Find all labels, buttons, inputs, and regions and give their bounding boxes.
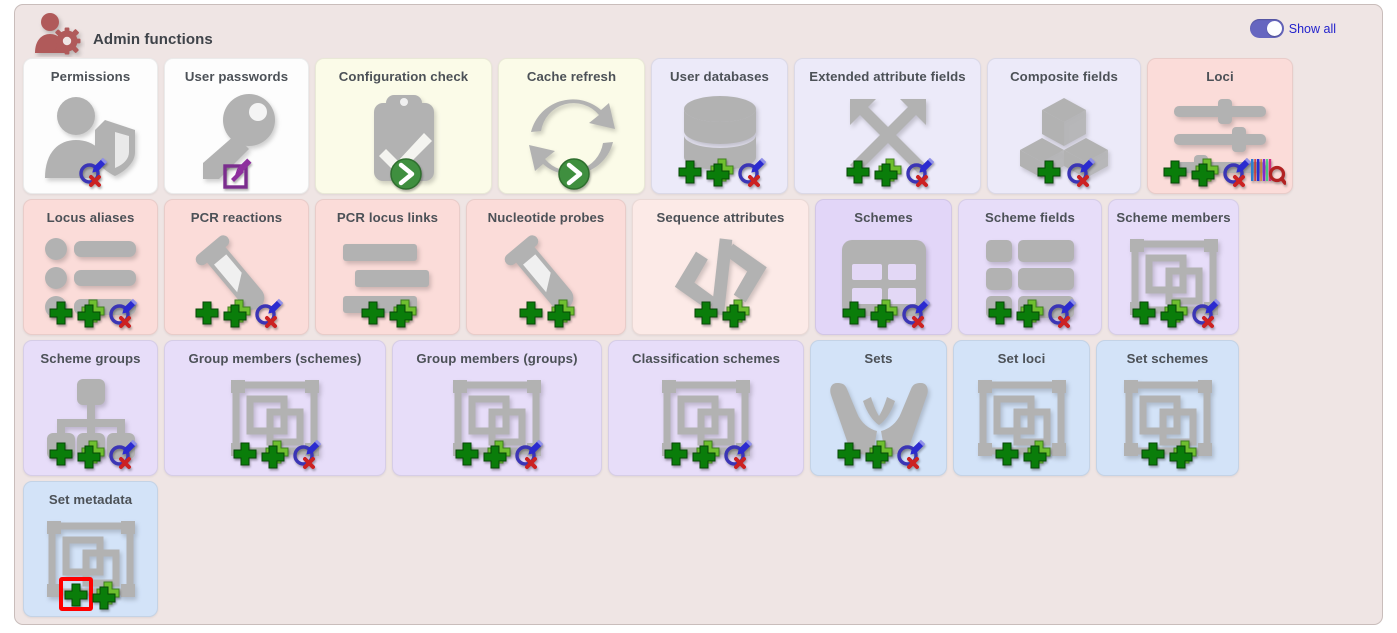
- function-card-scheme-fields[interactable]: Scheme fields: [958, 199, 1102, 335]
- card-title: Permissions: [50, 69, 131, 84]
- bars-icon: [316, 228, 459, 328]
- show-all-toggle-group[interactable]: Show all: [1249, 19, 1336, 38]
- card-row: Locus aliases PCR reactions PCR locus li…: [23, 199, 1376, 335]
- show-all-label[interactable]: Show all: [1289, 22, 1336, 36]
- function-card-scheme-groups[interactable]: Scheme groups: [23, 340, 158, 476]
- card-title: Composite fields: [1010, 69, 1118, 84]
- card-title: Sequence attributes: [656, 210, 785, 225]
- card-row: Permissions User passwords Configuration…: [23, 58, 1376, 194]
- page-title: Admin functions: [93, 31, 213, 48]
- card-title: PCR locus links: [336, 210, 439, 225]
- code-icon: [633, 228, 808, 328]
- function-card-locus-aliases[interactable]: Locus aliases: [23, 199, 158, 335]
- function-card-pcr-locus-links[interactable]: PCR locus links: [315, 199, 460, 335]
- object-group-icon: [24, 510, 157, 610]
- card-title: Scheme groups: [40, 351, 141, 366]
- show-all-toggle[interactable]: [1249, 19, 1284, 38]
- function-card-extended-attribute-fields[interactable]: Extended attribute fields: [794, 58, 981, 194]
- list-icon: [24, 228, 157, 328]
- function-card-set-loci[interactable]: Set loci: [953, 340, 1090, 476]
- object-group-icon: [393, 369, 601, 469]
- card-title: Set metadata: [48, 492, 133, 507]
- card-title: Schemes: [854, 210, 913, 225]
- database-icon: [652, 87, 787, 187]
- function-card-set-schemes[interactable]: Set schemes: [1096, 340, 1239, 476]
- function-card-permissions[interactable]: Permissions: [23, 58, 158, 194]
- test-tube-icon: [165, 228, 308, 328]
- arrows-cross-icon: [795, 87, 980, 187]
- card-title: Nucleotide probes: [487, 210, 605, 225]
- function-card-schemes[interactable]: Schemes: [815, 199, 952, 335]
- card-title: Locus aliases: [46, 210, 135, 225]
- function-card-sequence-attributes[interactable]: Sequence attributes: [632, 199, 809, 335]
- toggle-knob: [1266, 21, 1282, 36]
- refresh-icon: [499, 87, 644, 187]
- hands-icon: [811, 369, 946, 469]
- card-title: User passwords: [184, 69, 289, 84]
- sliders-icon: [1148, 87, 1292, 187]
- card-title: Set schemes: [1126, 351, 1209, 366]
- page-header: Admin functions Show all: [15, 5, 1382, 57]
- card-title: Extended attribute fields: [809, 69, 966, 84]
- user-shield-icon: [24, 87, 157, 187]
- card-title: Scheme fields: [985, 210, 1075, 225]
- function-card-group-members-schemes[interactable]: Group members (schemes): [164, 340, 386, 476]
- card-title: Sets: [864, 351, 893, 366]
- function-card-classification-schemes[interactable]: Classification schemes: [608, 340, 804, 476]
- card-title: PCR reactions: [190, 210, 283, 225]
- function-card-sets[interactable]: Sets: [810, 340, 947, 476]
- blocks-icon: [959, 228, 1101, 328]
- function-card-cache-refresh[interactable]: Cache refresh: [498, 58, 645, 194]
- card-title: Loci: [1206, 69, 1234, 84]
- test-tube-icon: [467, 228, 625, 328]
- object-group-icon: [1109, 228, 1238, 328]
- card-row: Scheme groups Group members (schemes) Gr…: [23, 340, 1376, 476]
- cubes-icon: [988, 87, 1140, 187]
- admin-panel: Admin functions Show all Permissions Use…: [14, 4, 1383, 625]
- sitemap-icon: [24, 369, 157, 469]
- function-card-set-metadata[interactable]: Set metadata: [23, 481, 158, 617]
- card-title: Group members (groups): [416, 351, 578, 366]
- card-title: Set loci: [997, 351, 1046, 366]
- function-card-loci[interactable]: Loci: [1147, 58, 1293, 194]
- function-card-group-members-groups[interactable]: Group members (groups): [392, 340, 602, 476]
- card-row: Set metadata: [23, 481, 1376, 617]
- function-card-nucleotide-probes[interactable]: Nucleotide probes: [466, 199, 626, 335]
- function-card-user-passwords[interactable]: User passwords: [164, 58, 309, 194]
- function-card-grid: Permissions User passwords Configuration…: [23, 58, 1376, 622]
- object-group-icon: [954, 369, 1089, 469]
- card-title: Configuration check: [338, 69, 469, 84]
- card-title: Scheme members: [1116, 210, 1231, 225]
- admin-user-gear-icon: [33, 11, 85, 57]
- table-icon: [816, 228, 951, 328]
- function-card-pcr-reactions[interactable]: PCR reactions: [164, 199, 309, 335]
- function-card-user-databases[interactable]: User databases: [651, 58, 788, 194]
- card-title: User databases: [670, 69, 769, 84]
- function-card-composite-fields[interactable]: Composite fields: [987, 58, 1141, 194]
- card-title: Classification schemes: [631, 351, 781, 366]
- function-card-configuration-check[interactable]: Configuration check: [315, 58, 492, 194]
- card-title: Cache refresh: [526, 69, 617, 84]
- function-card-scheme-members[interactable]: Scheme members: [1108, 199, 1239, 335]
- card-title: Group members (schemes): [188, 351, 362, 366]
- object-group-icon: [609, 369, 803, 469]
- clipboard-check-icon: [316, 87, 491, 187]
- object-group-icon: [1097, 369, 1238, 469]
- key-icon: [165, 87, 308, 187]
- admin-functions-page: Admin functions Show all Permissions Use…: [0, 0, 1397, 633]
- object-group-icon: [165, 369, 385, 469]
